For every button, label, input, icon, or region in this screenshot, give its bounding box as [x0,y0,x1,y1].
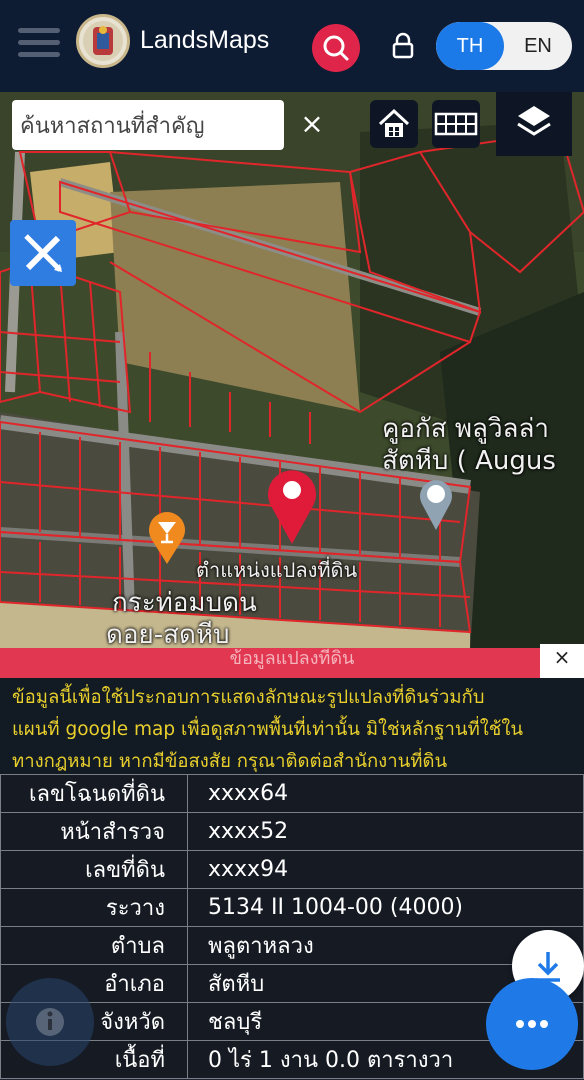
lock-icon[interactable] [390,32,416,60]
table-row: เลขที่ดิน xxxx94 [0,850,584,889]
more-dots-icon [516,1020,548,1028]
table-row: เลขโฉนดที่ดิน xxxx64 [0,774,584,813]
poi-name-line2: ดอย-สดหีบ [106,620,230,650]
search-icon [323,35,349,61]
row-label: เลขที่ดิน [0,850,188,889]
map-pin-icon[interactable] [262,462,322,546]
search-button[interactable] [312,24,360,72]
row-value: xxxx64 [187,774,584,813]
map-view[interactable]: × คูอกัส พลูวิลล่า สัตหีบ ( Augu [0,92,584,652]
brand-name: LandsMaps [140,26,270,54]
row-label: ระวาง [0,888,188,927]
row-label: หน้าสำรวจ [0,812,188,851]
grid-button[interactable] [432,100,480,148]
cocktail-icon[interactable] [146,508,188,566]
clear-search-button[interactable]: × [290,104,334,148]
department-logo [76,14,130,68]
layers-icon [517,106,551,136]
row-value: xxxx52 [187,812,584,851]
notice-line: ข้อมูลนี้เพื่อใช้ประกอบการแสดงลักษณะรูปแ… [12,687,485,708]
grid-icon [434,112,478,136]
info-icon [36,1008,64,1036]
home-button[interactable] [370,100,418,148]
lang-en-button[interactable]: EN [504,22,572,70]
ruler-pencil-icon [24,234,62,272]
row-label: เลขโฉนดที่ดิน [0,774,188,813]
language-toggle: TH EN [436,22,572,70]
top-bar: LandsMaps TH EN [0,0,584,92]
hamburger-icon[interactable] [18,28,60,60]
place-name-line2: สัตหีบ ( Augus [382,446,556,476]
place-search-input[interactable] [12,100,242,152]
panel-title: ข้อมูลแปลงที่ดิน [0,648,584,678]
home-icon [378,108,410,137]
more-options-button[interactable] [486,978,578,1070]
panel-close-button[interactable]: × [540,644,584,678]
row-label: ตำบล [0,926,188,965]
place-marker-icon[interactable] [414,472,458,532]
measure-tools-button[interactable] [10,220,76,286]
row-value: xxxx94 [187,850,584,889]
info-button[interactable] [6,978,94,1066]
place-search-box [12,100,284,152]
disclaimer-notice: ข้อมูลนี้เพื่อใช้ประกอบการแสดงลักษณะรูปแ… [0,678,584,774]
row-value: 5134 II 1004-00 (4000) [187,888,584,927]
lang-th-button[interactable]: TH [436,22,504,70]
table-row: ระวาง 5134 II 1004-00 (4000) [0,888,584,927]
layers-button[interactable] [496,92,572,156]
table-row: หน้าสำรวจ xxxx52 [0,812,584,851]
table-row: ตำบล พลูตาหลวง [0,926,584,965]
notice-line: แผนที่ google map เพื่อดูสภาพพื้นที่เท่า… [12,719,524,740]
